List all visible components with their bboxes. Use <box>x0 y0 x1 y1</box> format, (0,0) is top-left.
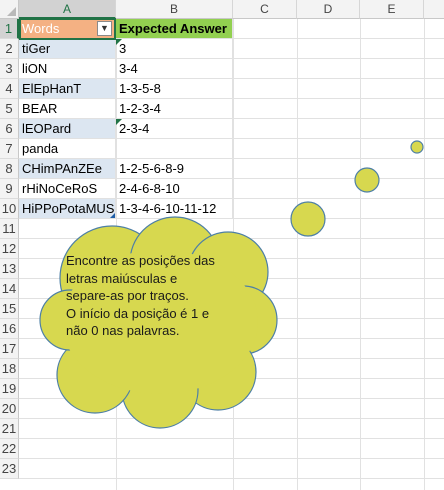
cloud-callout-shape[interactable] <box>0 0 444 490</box>
callout-line: letras maiúsculas e <box>66 270 178 286</box>
callout-line: separe-as por traços. <box>66 288 189 303</box>
spreadsheet-grid: A B C D E 1 2 3 4 5 6 7 8 9 10 11 12 13 … <box>0 0 444 490</box>
callout-line: O início da posição é 1 e <box>66 305 210 321</box>
callout-line: Encontre as posições das <box>66 253 215 268</box>
callout-line: não 0 nas palavras. <box>66 323 180 338</box>
callout-text: Encontre as posições das letras maiúscul… <box>66 252 236 340</box>
